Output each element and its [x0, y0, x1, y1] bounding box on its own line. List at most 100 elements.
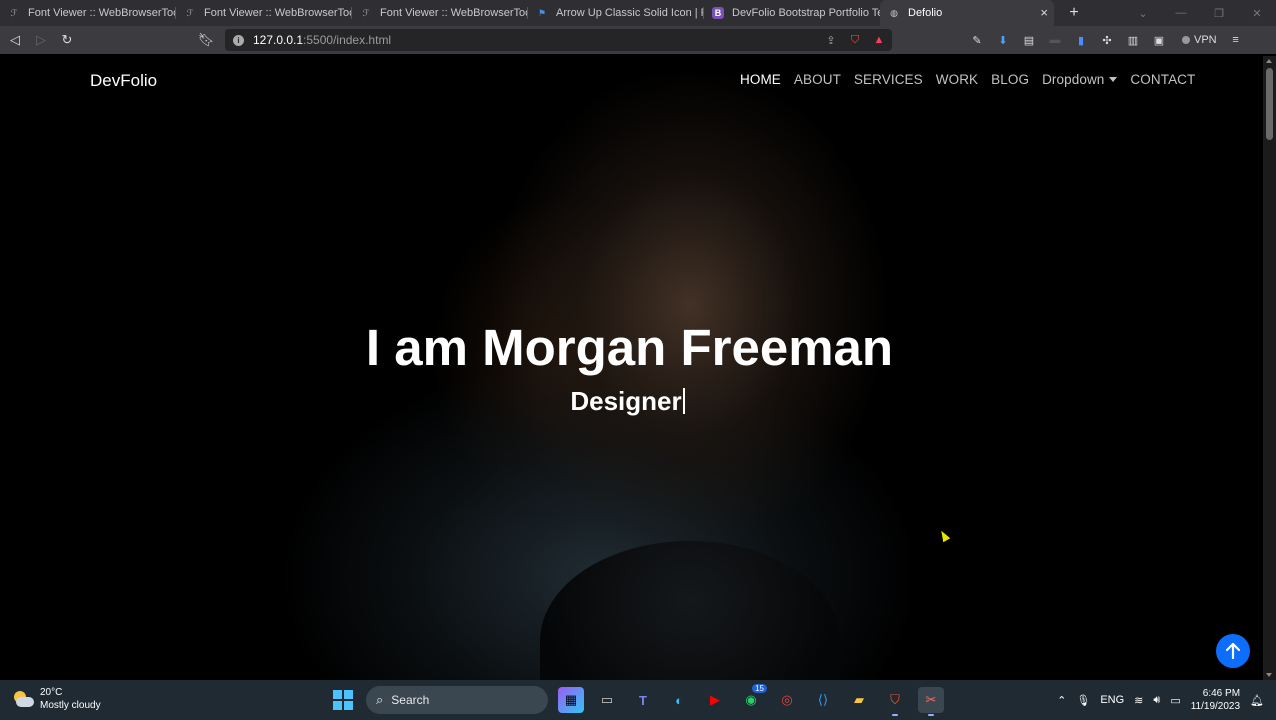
nav-home[interactable]: HOME: [740, 72, 781, 87]
tab-title: Arrow Up Classic Solid Icon | Fon: [556, 7, 704, 19]
font-viewer-icon: ℱ: [362, 7, 370, 18]
whatsapp-icon[interactable]: ◉ 15: [738, 684, 767, 713]
wifi-icon[interactable]: ≋: [1134, 694, 1143, 707]
close-window-button[interactable]: ✕: [1238, 0, 1276, 26]
edge-icon[interactable]: ◐: [666, 687, 692, 713]
site-brand[interactable]: DevFolio: [90, 71, 157, 91]
hero-subtitle: Designer: [0, 386, 1255, 417]
nav-contact[interactable]: CONTACT: [1130, 72, 1195, 87]
eyedropper-extension-icon[interactable]: ✎: [970, 33, 984, 47]
extension-icon[interactable]: ▬: [1048, 33, 1062, 47]
forward-button[interactable]: ▷: [28, 26, 54, 54]
chrome-icon[interactable]: ◎: [774, 687, 800, 713]
taskbar-search[interactable]: ⌕ Search: [366, 686, 548, 714]
back-button[interactable]: ◁: [2, 26, 28, 54]
menu-icon[interactable]: ≡: [1229, 33, 1243, 47]
flag-icon: ⚑: [537, 7, 547, 18]
taskbar-apps: ⌕ Search ▦ ▭ T ◐ ▶ ◉ 15 ◎ ⟨⟩ ▰ ⛉ ✂: [330, 684, 944, 716]
language-indicator[interactable]: ENG: [1100, 694, 1124, 706]
brave-shields-icon[interactable]: ⛉: [848, 32, 862, 48]
clock-time: 6:46 PM: [1202, 688, 1241, 699]
caret-down-icon: [1109, 76, 1118, 82]
globe-icon: ◍: [890, 7, 898, 18]
files-extension-icon[interactable]: ▮: [1074, 33, 1088, 47]
wallet-icon[interactable]: ▣: [1152, 33, 1166, 47]
typing-cursor: [682, 388, 685, 414]
microphone-icon[interactable]: 🎙︎: [1076, 694, 1090, 707]
volume-icon[interactable]: 🔊︎: [1153, 694, 1160, 707]
partly-cloudy-icon: [12, 691, 34, 707]
download-extension-icon[interactable]: ⬇: [996, 33, 1010, 47]
windows-logo-icon: [333, 690, 353, 710]
new-tab-button[interactable]: +: [1062, 0, 1086, 26]
url-host: 127.0.0.1: [253, 33, 304, 47]
clock[interactable]: 6:46 PM 11/19/2023: [1191, 687, 1240, 713]
maximize-button[interactable]: ❐: [1200, 0, 1238, 26]
hero-title: I am Morgan Freeman: [365, 319, 894, 376]
scroll-up-icon[interactable]: [1266, 59, 1272, 63]
weather-widget[interactable]: 20°C Mostly cloudy: [12, 686, 101, 712]
scroll-down-icon[interactable]: [1266, 673, 1272, 677]
nav-work[interactable]: WORK: [936, 72, 978, 87]
page-scrollbar[interactable]: [1263, 56, 1276, 680]
weather-temperature: 20°C: [40, 687, 63, 698]
browser-tab[interactable]: ℱ Font Viewer :: WebBrowserTools: [0, 0, 176, 26]
window-controls: ⌄ — ❐ ✕: [1124, 0, 1276, 26]
nav-about[interactable]: ABOUT: [794, 72, 841, 87]
arrow-up-icon: [1226, 643, 1240, 659]
browser-tab[interactable]: ⚑ Arrow Up Classic Solid Icon | Fon: [528, 0, 704, 26]
extensions-area: ✎ ⬇ ▤ ▬ ▮ ✣ ▥ ▣ VPN ≡: [970, 26, 1243, 54]
browser-tab-active[interactable]: ◍ Defolio ×: [880, 0, 1054, 26]
youtube-icon[interactable]: ▶: [702, 687, 728, 713]
vpn-button[interactable]: VPN: [1182, 33, 1217, 47]
browser-tab[interactable]: ℱ Font Viewer :: WebBrowserTools: [176, 0, 352, 26]
tab-title: Defolio: [908, 7, 943, 19]
snipping-tool-icon[interactable]: ✂: [918, 687, 944, 716]
teams-icon[interactable]: T: [630, 687, 656, 713]
back-to-top-button[interactable]: [1216, 634, 1250, 668]
battery-icon[interactable]: ▭: [1170, 694, 1180, 707]
reload-button[interactable]: ↻: [54, 26, 80, 54]
tab-search-icon[interactable]: ⌄: [1124, 0, 1162, 26]
page-viewport: DevFolio HOME ABOUT SERVICES WORK BLOG D…: [0, 56, 1263, 680]
vscode-icon[interactable]: ⟨⟩: [810, 687, 836, 713]
start-button[interactable]: [330, 687, 356, 713]
nav-dropdown[interactable]: Dropdown: [1042, 72, 1118, 87]
search-label: Search: [391, 693, 430, 707]
bookmark-icon[interactable]: 🔖︎: [193, 26, 219, 54]
browser-tab-bar: ℱ Font Viewer :: WebBrowserTools ℱ Font …: [0, 0, 1276, 26]
file-explorer-icon[interactable]: ▰: [846, 687, 872, 713]
site-navbar: DevFolio HOME ABOUT SERVICES WORK BLOG D…: [0, 56, 1263, 104]
tab-title: Font Viewer :: WebBrowserTools: [28, 7, 176, 19]
brave-rewards-icon[interactable]: ▲: [872, 32, 886, 48]
nav-services[interactable]: SERVICES: [854, 72, 923, 87]
browser-tab[interactable]: ℱ Font Viewer :: WebBrowserTools: [352, 0, 528, 26]
brave-icon[interactable]: ⛉: [882, 687, 908, 716]
task-view-icon[interactable]: ▭: [594, 687, 620, 713]
windows-taskbar: 20°C Mostly cloudy ⌕ Search ▦ ▭ T ◐ ▶ ◉ 1…: [0, 680, 1276, 720]
close-tab-icon[interactable]: ×: [1040, 5, 1048, 20]
notification-bell-icon[interactable]: 🔔︎: [1250, 694, 1264, 707]
tab-title: Font Viewer :: WebBrowserTools: [380, 7, 528, 19]
system-tray: ⌃ 🎙︎ ENG ≋ 🔊︎ ▭ 6:46 PM 11/19/2023 🔔︎: [1057, 680, 1276, 720]
notes-extension-icon[interactable]: ▤: [1022, 33, 1036, 47]
search-icon: ⌕: [376, 692, 384, 707]
scrollbar-thumb[interactable]: [1266, 68, 1273, 140]
notification-badge: 15: [752, 684, 767, 693]
chevron-up-icon[interactable]: ⌃: [1057, 694, 1066, 707]
tab-title: DevFolio Bootstrap Portfolio Tem: [732, 7, 880, 19]
font-viewer-icon: ℱ: [10, 7, 18, 18]
tab-title: Font Viewer :: WebBrowserTools: [204, 7, 352, 19]
nav-blog[interactable]: BLOG: [991, 72, 1029, 87]
address-bar[interactable]: i 127.0.0.1:5500/index.html ⇪ ⛉ ▲: [225, 29, 892, 51]
share-icon[interactable]: ⇪: [824, 32, 838, 48]
site-info-icon[interactable]: i: [233, 34, 244, 46]
minimize-button[interactable]: —: [1162, 0, 1200, 26]
font-viewer-icon: ℱ: [186, 7, 194, 18]
sidebar-icon[interactable]: ▥: [1126, 33, 1140, 47]
extensions-puzzle-icon[interactable]: ✣: [1100, 33, 1114, 47]
typed-text: Designer: [570, 386, 682, 416]
widgets-app-icon[interactable]: ▦: [558, 687, 584, 713]
browser-tab[interactable]: B DevFolio Bootstrap Portfolio Tem: [704, 0, 880, 26]
clock-date: 11/19/2023: [1190, 701, 1241, 712]
